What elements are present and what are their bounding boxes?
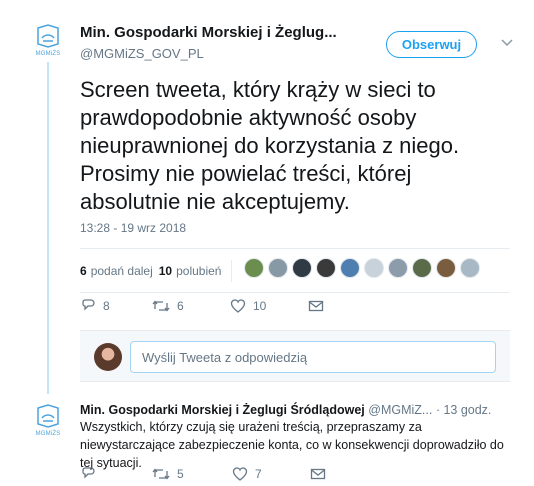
reply-author-handle[interactable]: @MGMiZ... — [368, 403, 432, 417]
reply-input[interactable] — [130, 341, 496, 373]
tweet-timestamp[interactable]: 13:28 - 19 wrz 2018 — [80, 221, 186, 235]
retweet-icon — [152, 468, 170, 480]
reply-count: 8 — [103, 299, 110, 313]
liker-avatar[interactable] — [436, 258, 456, 278]
likers-avatars — [244, 258, 484, 278]
reply-author-avatar[interactable]: MGMiŻS — [28, 402, 68, 442]
envelope-icon — [308, 300, 324, 312]
thread-line — [47, 62, 49, 394]
current-user-avatar — [94, 343, 122, 371]
liker-avatar[interactable] — [388, 258, 408, 278]
like-button[interactable]: 10 — [230, 298, 308, 314]
reply-icon — [82, 299, 95, 311]
reply-like-count: 7 — [255, 467, 262, 481]
liker-avatar[interactable] — [460, 258, 480, 278]
liker-avatar[interactable] — [292, 258, 312, 278]
chevron-down-icon[interactable] — [500, 36, 514, 50]
reply-icon — [82, 467, 95, 479]
follow-button[interactable]: Obserwuj — [386, 31, 477, 58]
reply-retweet-button[interactable]: 5 — [152, 466, 232, 482]
retweets-count: 6 — [80, 264, 87, 278]
liker-avatar[interactable] — [364, 258, 384, 278]
retweet-button[interactable]: 6 — [152, 298, 230, 314]
heart-icon — [230, 299, 246, 313]
divider — [80, 292, 510, 293]
likes-label: polubień — [176, 264, 222, 278]
direct-message-button[interactable] — [308, 298, 324, 314]
liker-avatar[interactable] — [268, 258, 288, 278]
reply-composer — [80, 330, 510, 382]
ministry-logo-icon — [37, 404, 59, 428]
reply-tweet: Min. Gospodarki Morskiej i Żeglugi Śródl… — [80, 403, 520, 472]
reply-reply-button[interactable] — [80, 466, 152, 482]
liker-avatar[interactable] — [316, 258, 336, 278]
reply-direct-message-button[interactable] — [310, 466, 326, 482]
reply-author-name[interactable]: Min. Gospodarki Morskiej i Żeglugi Śródl… — [80, 403, 365, 417]
envelope-icon — [310, 468, 326, 480]
liker-avatar[interactable] — [412, 258, 432, 278]
author-avatar[interactable]: MGMiŻS — [28, 22, 68, 62]
reply-retweet-count: 5 — [177, 467, 184, 481]
likes-count: 10 — [158, 264, 173, 278]
tweet-actions: 8 6 10 — [80, 298, 324, 314]
retweets-label: podań dalej — [90, 264, 153, 278]
heart-icon — [232, 467, 248, 481]
tweet-text: Screen tweeta, który krąży w sieci to pr… — [80, 77, 460, 214]
reply-text: Wszystkich, którzy czują się urażeni tre… — [80, 420, 504, 470]
ministry-logo-icon — [37, 24, 59, 48]
liker-avatar[interactable] — [244, 258, 264, 278]
logo-text: MGMiŻS — [35, 51, 61, 57]
likes-stat[interactable]: 10 polubień — [159, 264, 222, 278]
reply-button[interactable]: 8 — [80, 298, 152, 314]
retweet-icon — [152, 300, 170, 312]
liker-avatar[interactable] — [340, 258, 360, 278]
retweets-stat[interactable]: 6 podań dalej — [80, 264, 153, 278]
reply-actions: 5 7 — [80, 466, 326, 482]
like-count: 10 — [253, 299, 267, 313]
logo-text: MGMiŻS — [35, 431, 61, 437]
reply-like-button[interactable]: 7 — [232, 466, 310, 482]
tweet-stats: 6 podań dalej 10 polubień — [80, 259, 238, 283]
divider — [80, 248, 510, 249]
retweet-count: 6 — [177, 299, 184, 313]
reply-time[interactable]: · 13 godz. — [436, 403, 492, 417]
stats-separator — [231, 260, 233, 282]
reply-header: Min. Gospodarki Morskiej i Żeglugi Śródl… — [80, 403, 520, 417]
